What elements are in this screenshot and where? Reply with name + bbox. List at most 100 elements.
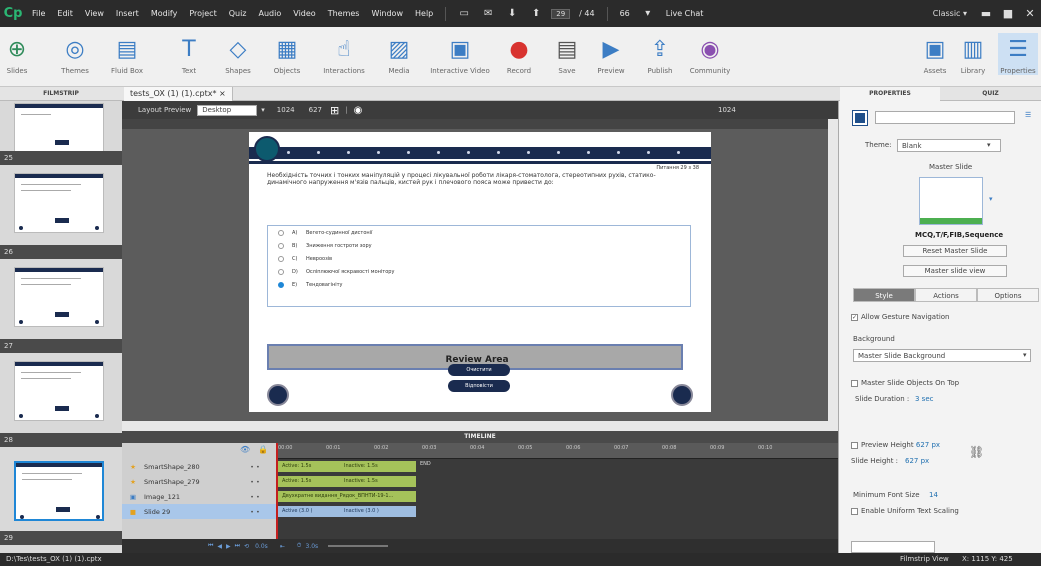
rewind-icon[interactable]: ⏮	[208, 542, 213, 550]
menu-view[interactable]: View	[79, 9, 110, 18]
minimize-icon[interactable]: ▬	[975, 5, 997, 23]
timeline-ruler[interactable]: 00:00 00:01 00:02 00:03 00:04 00:05 00:0…	[276, 443, 838, 459]
menu-video[interactable]: Video	[287, 9, 321, 18]
slides-button[interactable]: ⊕ Slides	[4, 33, 30, 76]
timeline-bar-slide-inactive[interactable]: Inactive (3.0 )	[340, 506, 416, 517]
zoom-dropdown-icon[interactable]: ▾	[640, 7, 656, 21]
preview-height-value[interactable]: 627 px	[916, 441, 940, 449]
background-select[interactable]: Master Slide Background	[853, 349, 1031, 362]
forward-end-icon[interactable]: ⏭	[235, 542, 240, 550]
snap-icon[interactable]: ⇤	[280, 543, 285, 550]
preview-button[interactable]: ▶ Preview	[596, 33, 626, 76]
horizontal-scrollbar[interactable]	[122, 421, 838, 431]
menu-edit[interactable]: Edit	[51, 9, 79, 18]
timeline-bar-slide-active[interactable]: Active (3.0 )	[278, 506, 340, 517]
objects-button[interactable]: ▦ Objects	[272, 33, 302, 76]
uniform-scaling-row[interactable]: Enable Uniform Text Scaling	[851, 507, 959, 515]
assets-button[interactable]: ▣ Assets	[922, 33, 948, 76]
media-button[interactable]: ▨ Media	[384, 33, 414, 76]
email-icon[interactable]: ✉	[480, 7, 496, 21]
play-icon[interactable]: ▶	[226, 543, 231, 550]
uniform-scaling-checkbox[interactable]	[851, 507, 858, 515]
timeline-bar-inactive[interactable]: Inactive: 1.5s	[340, 476, 416, 487]
timeline-row[interactable]: ★ SmartShape_280 • •	[122, 459, 276, 474]
timeline-row-selected[interactable]: ■ Slide 29 • •	[122, 504, 276, 519]
slide-name-field[interactable]	[875, 111, 1015, 124]
panel-input[interactable]	[851, 541, 935, 553]
timeline-row[interactable]: ★ SmartShape_279 • •	[122, 474, 276, 489]
chevron-down-icon[interactable]: ▾	[987, 141, 991, 149]
tab-options[interactable]: Options	[977, 288, 1039, 302]
slide-thumbnail[interactable]	[14, 361, 104, 421]
menu-quiz[interactable]: Quiz	[223, 9, 253, 18]
maximize-icon[interactable]: ■	[997, 5, 1019, 23]
allow-gesture-row[interactable]: ✓ Allow Gesture Navigation	[851, 313, 949, 321]
slide-canvas[interactable]: Питання 29 з 38 Необхідність точних і то…	[249, 132, 711, 412]
playhead[interactable]	[276, 443, 278, 539]
fluid-box-button[interactable]: ▤ Fluid Box	[108, 33, 146, 76]
monitor-icon[interactable]: ▭	[456, 7, 472, 21]
radio-button-checked[interactable]	[278, 282, 284, 288]
objects-on-top-row[interactable]: Master Slide Objects On Top	[851, 379, 959, 387]
time-duration[interactable]: 3.0s	[305, 543, 318, 550]
slide-thumbnail[interactable]	[14, 173, 104, 233]
shapes-button[interactable]: ◇ Shapes	[223, 33, 253, 76]
submit-button[interactable]: Відповісти	[448, 380, 510, 392]
link-chain-icon[interactable]: ⛓	[969, 445, 984, 459]
tab-quiz[interactable]: QUIZ	[940, 87, 1041, 101]
answer-option[interactable]: D) Осліплюючої яскравості монітору	[278, 269, 394, 275]
back-frame-icon[interactable]: ◀	[217, 543, 222, 550]
preview-height-row[interactable]: Preview Height 627 px	[851, 441, 940, 449]
document-tab[interactable]: tests_OX (1) (1).cptx* ×	[124, 87, 233, 101]
filmstrip-panel[interactable]: 25 26 27 28 29	[0, 101, 122, 553]
visibility-dots-icon[interactable]: • •	[240, 493, 270, 501]
arrow-down-icon[interactable]: ⬇	[504, 7, 520, 21]
answer-option[interactable]: A) Вегето-судинної дистонії	[278, 230, 372, 236]
next-nav-button[interactable]	[671, 384, 693, 406]
menu-insert[interactable]: Insert	[110, 9, 145, 18]
record-button[interactable]: ● Record	[505, 33, 533, 76]
timeline-bar-inactive[interactable]: Inactive: 1.5s	[340, 461, 416, 472]
device-select[interactable]: Desktop	[197, 104, 258, 116]
master-slide-view-button[interactable]: Master slide view	[903, 265, 1007, 277]
radio-button[interactable]	[278, 243, 284, 249]
text-button[interactable]: T Text	[176, 33, 202, 76]
answer-option[interactable]: B) Зниження гостроти зору	[278, 243, 372, 249]
slide-duration-value[interactable]: 3 sec	[915, 395, 933, 403]
timeline-bar-active[interactable]: Active: 1.5s	[278, 476, 340, 487]
menu-modify[interactable]: Modify	[145, 9, 184, 18]
properties-button[interactable]: ☰ Properties	[998, 33, 1038, 75]
workspace-mode-dropdown[interactable]: Classic ▾	[925, 9, 975, 18]
time-current[interactable]: 0.0s	[255, 543, 268, 550]
interactive-video-button[interactable]: ▣ Interactive Video	[430, 33, 490, 76]
radio-button[interactable]	[278, 269, 284, 275]
zoom-slider[interactable]	[328, 545, 389, 547]
theme-select[interactable]: Blank	[897, 139, 1001, 152]
answer-option[interactable]: C) Невроозів	[278, 256, 332, 262]
tab-actions[interactable]: Actions	[915, 288, 977, 302]
menu-audio[interactable]: Audio	[253, 9, 288, 18]
menu-file[interactable]: File	[26, 9, 51, 18]
reset-master-slide-button[interactable]: Reset Master Slide	[903, 245, 1007, 257]
visibility-dots-icon[interactable]: • •	[240, 478, 270, 486]
close-tab-icon[interactable]: ×	[219, 89, 226, 98]
chevron-down-icon[interactable]: ▾	[261, 106, 265, 114]
list-icon[interactable]: ☰	[1025, 111, 1031, 119]
arrow-up-icon[interactable]: ⬆	[528, 7, 544, 21]
min-font-value[interactable]: 14	[929, 491, 938, 499]
loop-icon[interactable]: ⟲	[244, 543, 249, 550]
menu-project[interactable]: Project	[183, 9, 222, 18]
save-button[interactable]: ▤ Save	[555, 33, 579, 76]
record-circle-icon[interactable]: ◉	[354, 105, 363, 116]
preview-height-checkbox[interactable]	[851, 441, 858, 449]
current-page-field[interactable]: 29	[551, 8, 571, 19]
stopwatch-icon[interactable]: ⏱	[297, 542, 302, 550]
height-field[interactable]: 627	[309, 106, 322, 114]
live-chat-link[interactable]: Live Chat	[660, 9, 710, 18]
clear-button[interactable]: Очистити	[448, 364, 510, 376]
timeline-bar-image[interactable]: Двухкратне видання_Рядок_ВПНТИ-19-1...	[278, 491, 416, 502]
master-slide-thumbnail[interactable]	[919, 177, 983, 225]
close-icon[interactable]: ✕	[1019, 5, 1041, 23]
objects-on-top-checkbox[interactable]	[851, 379, 858, 387]
chevron-down-icon[interactable]: ▾	[1023, 351, 1027, 359]
